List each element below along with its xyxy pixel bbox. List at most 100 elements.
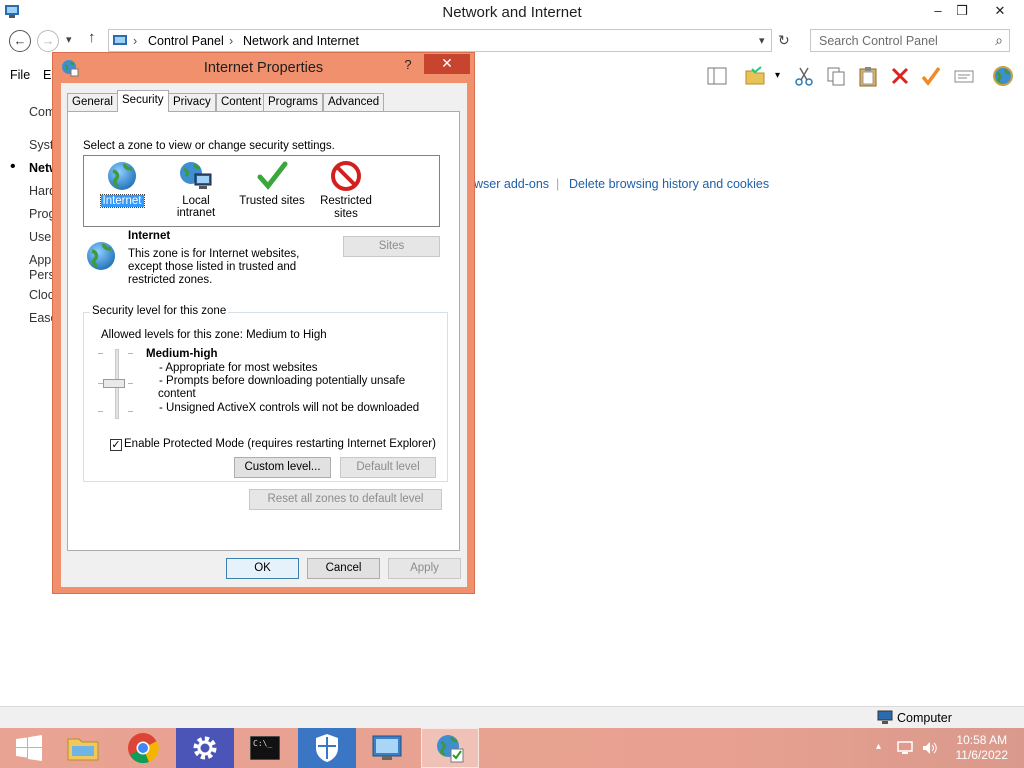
help-button[interactable]: ?	[397, 57, 419, 75]
volume-tray-icon[interactable]	[921, 740, 937, 756]
intranet-icon	[180, 162, 212, 189]
zone-list[interactable]: Internet Local intranet Trusted sites Re…	[83, 155, 440, 227]
tab-security[interactable]: Security	[117, 90, 169, 112]
dialog-title-bar[interactable]: Internet Properties ? ✕	[53, 53, 474, 83]
zone-restricted-label-1: Restricted	[320, 195, 372, 207]
clock-date: 11/6/2022	[955, 748, 1009, 762]
rename-check-icon[interactable]	[920, 65, 942, 87]
tab-content[interactable]: Content	[216, 93, 267, 111]
taskbar-internet-options[interactable]	[421, 728, 479, 768]
taskbar-control-panel[interactable]	[358, 728, 416, 768]
internet-globe-icon[interactable]	[992, 65, 1014, 87]
cancel-button[interactable]: Cancel	[307, 558, 380, 579]
protected-mode-label[interactable]: Enable Protected Mode (requires restarti…	[124, 438, 436, 450]
zone-trusted-sites[interactable]: Trusted sites	[237, 160, 307, 207]
forward-button[interactable]: →	[37, 30, 59, 52]
apply-button[interactable]: Apply	[388, 558, 461, 579]
globe-icon	[87, 242, 115, 270]
breadcrumb-network-and-internet[interactable]: Network and Internet	[243, 34, 359, 48]
tray-overflow-button[interactable]: ▴	[876, 741, 881, 752]
level-name: Medium-high	[146, 348, 218, 360]
copy-icon[interactable]	[825, 65, 847, 87]
internet-options-icon	[437, 735, 464, 763]
gear-icon	[193, 736, 217, 760]
zone-description-line: restricted zones.	[128, 274, 213, 286]
current-page-bullet: •	[10, 158, 16, 175]
system-clock[interactable]: 10:58 AM 11/6/2022	[956, 733, 1009, 763]
zone-internet[interactable]: Internet	[98, 160, 146, 208]
start-button[interactable]	[0, 728, 58, 768]
control-panel-icon	[113, 35, 127, 45]
security-tab-panel: Select a zone to view or change security…	[67, 111, 460, 551]
slider-tick	[98, 411, 103, 412]
taskbar-chrome[interactable]	[114, 728, 172, 768]
taskbar-settings[interactable]	[176, 728, 234, 768]
taskbar-defender[interactable]	[298, 728, 356, 768]
layout-pane-icon[interactable]	[706, 65, 728, 87]
window-title-bar: Network and Internet – ❒ ✕	[0, 0, 1024, 26]
delete-icon[interactable]	[889, 65, 911, 87]
zone-local-intranet[interactable]: Local intranet	[160, 160, 232, 219]
menu-file[interactable]: File	[10, 68, 30, 82]
breadcrumb-control-panel[interactable]: Control Panel	[148, 34, 224, 48]
computer-icon	[877, 710, 893, 724]
tab-programs[interactable]: Programs	[263, 93, 323, 111]
slider-tick	[128, 383, 133, 384]
level-bullet: - Unsigned ActiveX controls will not be …	[159, 402, 420, 414]
delete-browsing-history-link[interactable]: Delete browsing history and cookies	[569, 177, 769, 191]
zone-prompt: Select a zone to view or change security…	[83, 140, 335, 152]
cut-icon[interactable]	[793, 65, 815, 87]
folder-properties-icon[interactable]	[744, 65, 766, 87]
protected-mode-checkbox[interactable]: ✓	[110, 439, 122, 451]
nav-item-personalization[interactable]: Pers	[29, 268, 55, 282]
view-dropdown-icon[interactable]: ▾	[775, 70, 780, 81]
slider-tick	[128, 411, 133, 412]
taskbar-file-explorer[interactable]	[54, 728, 112, 768]
search-placeholder: Search Control Panel	[819, 34, 938, 48]
zone-description-line: This zone is for Internet websites,	[128, 248, 300, 260]
close-window-button[interactable]: ✕	[984, 0, 1016, 22]
custom-level-button[interactable]: Custom level...	[234, 457, 331, 478]
address-dropdown-icon[interactable]: ▾	[759, 34, 765, 47]
zone-name: Internet	[128, 230, 171, 242]
taskbar-command-prompt[interactable]: C:\_	[236, 728, 294, 768]
recent-pages-dropdown[interactable]: ▾	[66, 33, 72, 46]
nav-item-appearance[interactable]: App	[29, 253, 51, 267]
svg-text:C:\_: C:\_	[253, 739, 272, 748]
nav-item-clock[interactable]: Cloc	[29, 288, 54, 302]
breadcrumb-separator: ›	[133, 34, 138, 48]
security-level-slider-thumb[interactable]	[103, 379, 125, 388]
search-icon[interactable]: ⌕	[995, 32, 1003, 49]
refresh-button[interactable]: ↻	[778, 32, 790, 49]
reset-all-zones-button[interactable]: Reset all zones to default level	[249, 489, 442, 510]
chrome-icon	[128, 733, 159, 764]
address-bar[interactable]: › Control Panel › Network and Internet ▾	[108, 29, 772, 52]
status-bar: Computer	[0, 706, 1024, 728]
up-button[interactable]: ↑	[88, 29, 96, 46]
terminal-icon: C:\_	[250, 736, 280, 760]
network-tray-icon[interactable]	[897, 740, 913, 756]
zone-local-intranet-label: Local intranet	[176, 195, 216, 219]
menu-edit[interactable]: E	[43, 68, 51, 82]
maximize-button[interactable]: ❒	[946, 0, 978, 22]
status-computer-label: Computer	[897, 711, 952, 725]
globe-icon	[108, 162, 136, 190]
paste-icon[interactable]	[857, 65, 879, 87]
properties-icon[interactable]	[953, 65, 975, 87]
internet-properties-dialog: Internet Properties ? ✕ General Security…	[52, 52, 475, 594]
default-level-button[interactable]: Default level	[340, 457, 436, 478]
window-title: Network and Internet	[442, 4, 582, 21]
back-button[interactable]: ←	[9, 30, 31, 52]
tab-privacy[interactable]: Privacy	[168, 93, 216, 111]
allowed-levels-text: Allowed levels for this zone: Medium to …	[101, 329, 327, 341]
sites-button[interactable]: Sites	[343, 236, 440, 257]
tab-general[interactable]: General	[67, 93, 118, 111]
tab-advanced[interactable]: Advanced	[323, 93, 385, 111]
dialog-close-button[interactable]: ✕	[424, 54, 470, 74]
link-separator: |	[556, 177, 560, 191]
zone-restricted-sites[interactable]: Restricted sites	[314, 160, 378, 221]
search-input[interactable]: Search Control Panel ⌕	[810, 29, 1010, 52]
manage-browser-addons-link[interactable]: wser add-ons	[474, 177, 549, 191]
zone-description-line: except those listed in trusted and	[128, 261, 297, 273]
ok-button[interactable]: OK	[226, 558, 299, 579]
